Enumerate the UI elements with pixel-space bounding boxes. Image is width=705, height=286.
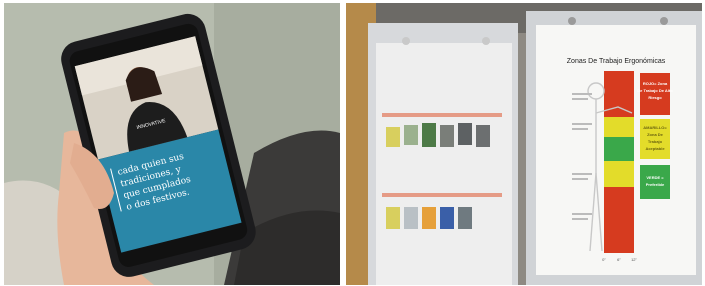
legend-red-line-1: ROJO= Zona xyxy=(643,81,668,86)
legend-yellow-line-4: Aceptable xyxy=(645,146,665,151)
yellow-zone-bottom xyxy=(604,161,634,187)
legend-red-line-3: Riesgo xyxy=(648,95,662,100)
legend-yellow-line-1: AMARILLO= xyxy=(643,125,667,130)
legend-yellow-line-2: Zona De xyxy=(647,132,664,137)
phone-photo-illustration: INNOVATIVE cada quien sus tradiciones, y… xyxy=(4,3,340,285)
poster-photo-illustration: Zonas De Trabajo Ergonómicas ROJO= Zona … xyxy=(346,3,702,285)
phone-photo: INNOVATIVE cada quien sus tradiciones, y… xyxy=(4,3,340,285)
yellow-zone-top xyxy=(604,117,634,137)
chart-title: Zonas De Trabajo Ergonómicas xyxy=(567,58,666,65)
legend-red xyxy=(640,73,670,115)
legend-green-line-2: Preferible xyxy=(646,182,665,187)
red-zone-bottom xyxy=(604,187,634,253)
poster-photo: Zonas De Trabajo Ergonómicas ROJO= Zona … xyxy=(346,3,702,285)
green-zone xyxy=(604,137,634,161)
legend-red-line-2: De Trabajo De Alto xyxy=(637,88,673,93)
axis-label-6: 6" xyxy=(617,257,621,262)
axis-label-0: 0" xyxy=(602,257,606,262)
axis-label-12: 12" xyxy=(631,257,637,262)
legend-yellow-line-3: Trabajo xyxy=(648,139,663,144)
legend-green-line-1: VERDE = xyxy=(646,175,664,180)
